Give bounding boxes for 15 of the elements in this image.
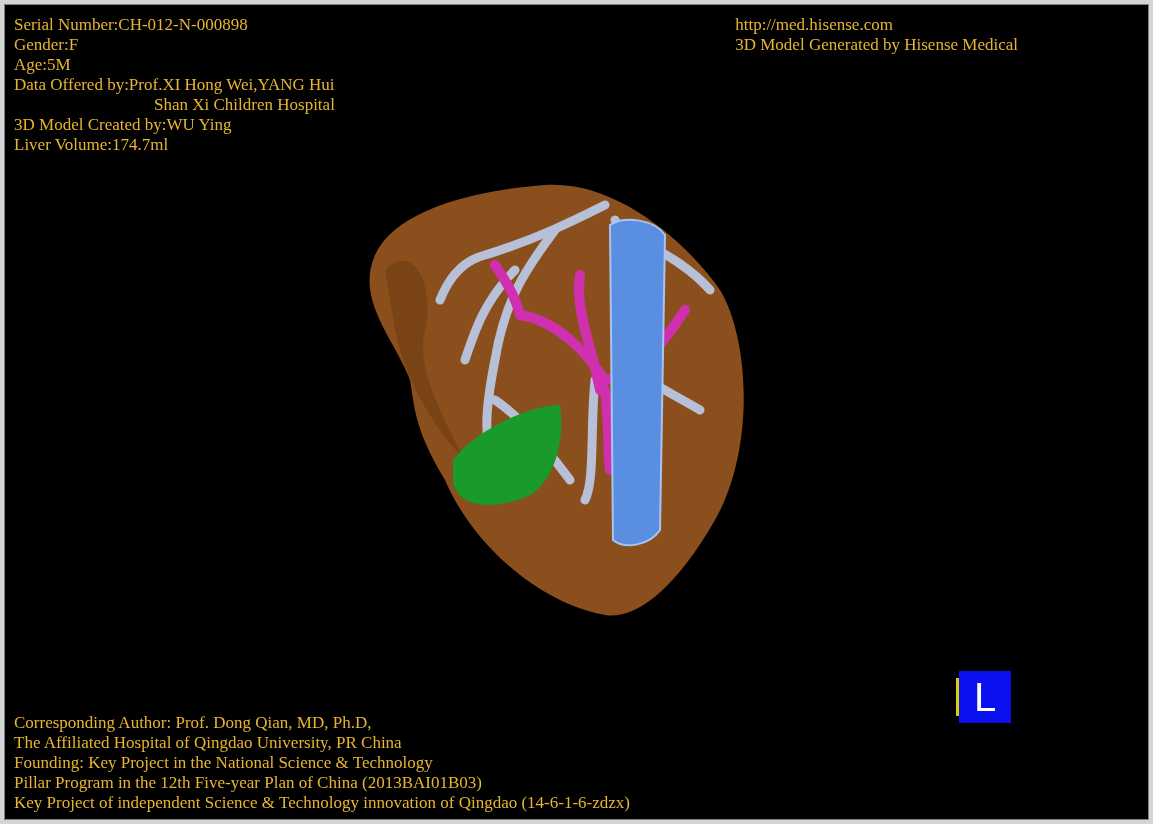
info-text: Liver Volume:174.7ml — [14, 135, 170, 155]
info-text: Pillar Program in the 12th Five-year Plan of China (2013BAI01B03) — [14, 773, 483, 793]
info-text: Key Project of independent Science & Technology innovation of Qingdao (14-6-1-6-zdzx) — [14, 793, 631, 813]
info-text: Serial Number:CH-012-N-000898 — [14, 15, 249, 35]
info-text: Shan Xi Children Hospital — [153, 95, 335, 115]
info-text: Founding: Key Project in the National Science & Technology — [14, 753, 434, 773]
info-text: The Affiliated Hospital of Qingdao University, PR China — [14, 733, 403, 753]
info-text: 3D Model Generated by Hisense Medical — [735, 35, 1018, 55]
info-text: Corresponding Author: Prof. Dong Qian, MD, Ph.D, — [14, 713, 373, 733]
info-text: Age:5M — [14, 55, 72, 75]
info-text: Gender:F — [14, 35, 80, 55]
info-text: Data Offered by:Prof.XI Hong Wei,YANG Hui — [14, 75, 335, 95]
info-text: http://med.hisense.com — [735, 15, 894, 35]
cube-edge — [956, 678, 959, 716]
info-text: 3D Model Created by:WU Ying — [14, 115, 233, 135]
